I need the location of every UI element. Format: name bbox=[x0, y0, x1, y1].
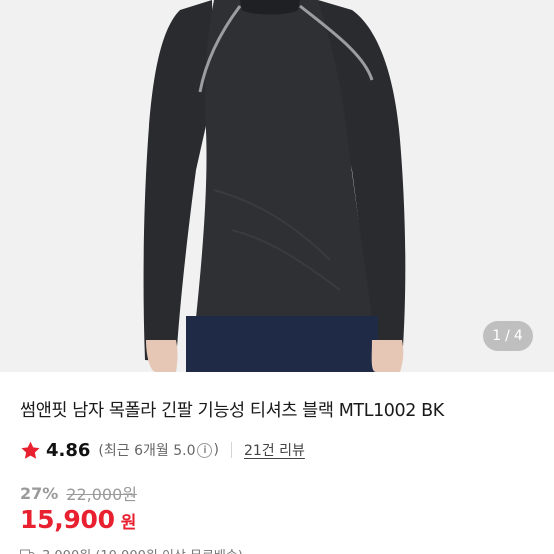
product-photo bbox=[0, 0, 554, 372]
rating-row: 4.86 (최근 6개월 5.0 i ) 21건 리뷰 bbox=[20, 437, 305, 463]
recent-rating: (최근 6개월 5.0 i ) bbox=[98, 440, 219, 460]
counter-separator: / bbox=[505, 328, 511, 344]
rating-score: 4.86 bbox=[46, 439, 91, 461]
original-price: 22,000원 bbox=[66, 485, 138, 504]
counter-current: 1 bbox=[492, 328, 503, 344]
sale-price: 15,900 bbox=[20, 505, 115, 534]
star-icon bbox=[21, 441, 40, 459]
product-image-gallery[interactable]: 1 / 4 bbox=[0, 0, 554, 372]
image-counter-badge: 1 / 4 bbox=[483, 321, 533, 351]
recent-rating-text: (최근 6개월 5.0 bbox=[98, 443, 196, 459]
sale-price-row: 15,900 원 bbox=[20, 505, 136, 534]
discount-rate: 27% bbox=[20, 483, 59, 503]
sale-price-currency: 원 bbox=[120, 513, 137, 533]
price-original-row: 27% 22,000원 bbox=[20, 481, 137, 505]
shipping-info: 3,000원 (10,000원 이상 무료배송) bbox=[20, 545, 243, 554]
recent-rating-close: ) bbox=[213, 442, 219, 458]
review-count-link[interactable]: 21건 리뷰 bbox=[244, 440, 305, 460]
shipping-text: 3,000원 (10,000원 이상 무료배송) bbox=[42, 545, 243, 554]
info-icon[interactable]: i bbox=[197, 442, 213, 458]
rating-divider bbox=[230, 442, 232, 458]
product-title: 썸앤핏 남자 목폴라 긴팔 기능성 티셔츠 블랙 MTL1002 BK bbox=[20, 401, 444, 421]
counter-total: 4 bbox=[513, 328, 524, 344]
truck-icon bbox=[20, 549, 36, 554]
